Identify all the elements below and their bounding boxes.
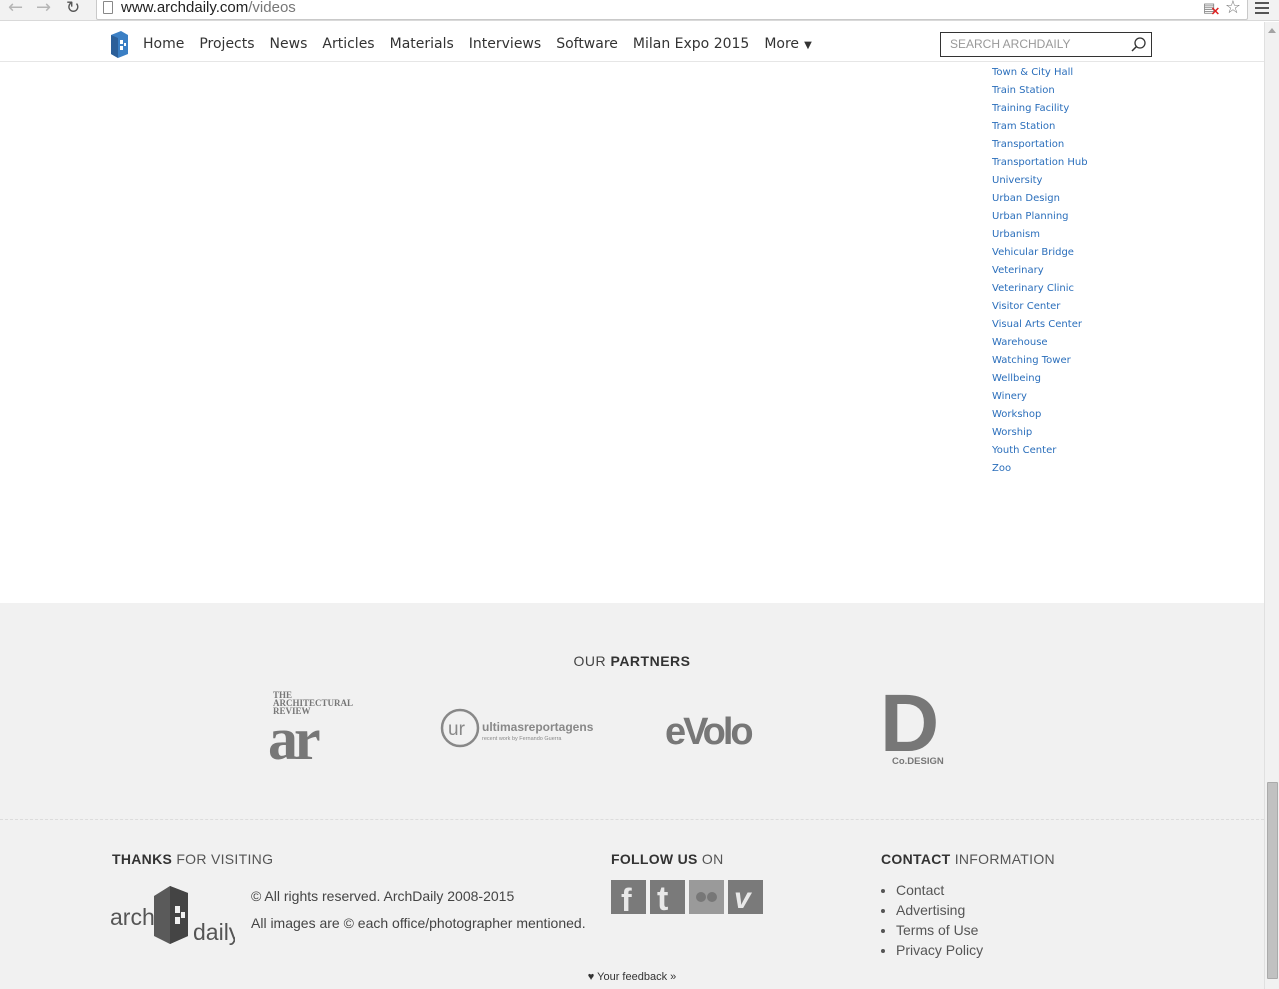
category-link[interactable]: Tram Station [992,118,1088,136]
blocked-content-icon[interactable]: ▤ ✕ [1203,0,1220,18]
category-link[interactable]: Winery [992,388,1088,406]
reload-icon[interactable]: ↻ [66,0,80,18]
search-input[interactable] [950,37,1125,51]
nav-home[interactable]: Home [143,36,184,52]
nav-software[interactable]: Software [556,36,618,52]
page-scrollbar[interactable] [1264,22,1279,989]
category-link[interactable]: Train Station [992,82,1088,100]
archdaily-logo-icon[interactable] [111,31,128,58]
category-link[interactable]: Town & City Hall [992,64,1088,82]
category-link[interactable]: Urbanism [992,226,1088,244]
category-link[interactable]: Transportation Hub [992,154,1088,172]
back-arrow-icon[interactable]: ← [8,0,23,18]
codesign-label: Co.DESIGN [892,756,944,767]
nav-milan-expo[interactable]: Milan Expo 2015 [633,36,749,52]
search-box [940,32,1152,57]
site-header: Home Projects News Articles Materials In… [0,22,1264,62]
feedback-link[interactable]: ♥ Your feedback » [0,971,1264,983]
contact-link[interactable]: Contact [896,880,983,900]
category-list: Town & City Hall Train Station Training … [992,64,1088,478]
facebook-icon[interactable]: f [611,880,646,914]
address-bar[interactable]: www.archdaily.com/videos ▤ ✕ ☆ [96,0,1248,20]
partners-title: OUR PARTNERS [573,653,691,669]
evolo-logo[interactable]: eVolo [664,707,776,749]
footer: OUR PARTNERS THE ARCHITECTURAL REVIEW ar… [0,603,1264,989]
copyright-line: © All rights reserved. ArchDaily 2008-20… [251,888,515,904]
nav-news[interactable]: News [270,36,308,52]
category-link[interactable]: Worship [992,424,1088,442]
category-link[interactable]: Warehouse [992,334,1088,352]
codesign-logo[interactable]: D Co.DESIGN [880,689,948,767]
images-credit-line: All images are © each office/photographe… [251,915,586,931]
nav-materials[interactable]: Materials [390,36,454,52]
privacy-policy-link[interactable]: Privacy Policy [896,940,983,960]
category-link[interactable]: Training Facility [992,100,1088,118]
ur-name: ultimasreportagens [482,720,594,734]
archdaily-footer-logo[interactable]: arch daily [110,884,235,946]
ultimasreportagens-logo[interactable]: ur ultimasreportagens recent work by Fer… [440,707,595,751]
category-link[interactable]: Veterinary [992,262,1088,280]
browser-toolbar: ← → ↻ www.archdaily.com/videos ▤ ✕ ☆ [0,0,1279,21]
scroll-up-arrow-icon[interactable] [1268,28,1276,33]
category-link[interactable]: Youth Center [992,442,1088,460]
contact-list: Contact Advertising Terms of Use Privacy… [896,880,983,960]
bookmark-star-icon[interactable]: ☆ [1225,0,1241,18]
category-link[interactable]: Visual Arts Center [992,316,1088,334]
nav-projects[interactable]: Projects [199,36,254,52]
facebook-glyph: f [621,882,632,914]
vimeo-glyph: v [734,882,753,914]
ur-sub: recent work by Fernando Guerra [482,736,562,742]
category-link[interactable]: Visitor Center [992,298,1088,316]
contact-heading: CONTACT INFORMATION [881,851,1055,867]
forward-arrow-icon[interactable]: → [36,0,51,18]
category-link[interactable]: Transportation [992,136,1088,154]
url-text[interactable]: www.archdaily.com/videos [121,0,296,16]
category-link[interactable]: University [992,172,1088,190]
category-link[interactable]: Wellbeing [992,370,1088,388]
browser-menu-icon[interactable] [1255,2,1269,17]
ur-mark: ur [448,719,466,740]
nav-interviews[interactable]: Interviews [469,36,541,52]
category-link[interactable]: Vehicular Bridge [992,244,1088,262]
architectural-review-logo[interactable]: THE ARCHITECTURAL REVIEW ar [268,689,358,767]
ar-mark: ar [268,706,320,767]
thanks-heading: THANKS FOR VISITING [112,851,274,867]
terms-of-use-link[interactable]: Terms of Use [896,920,983,940]
caret-down-icon: ▼ [804,40,812,51]
flickr-icon[interactable] [689,880,724,914]
evolo-mark: eVolo [665,711,752,749]
advertising-link[interactable]: Advertising [896,900,983,920]
main-nav: Home Projects News Articles Materials In… [143,36,827,52]
copyright-text: © All rights reserved. ArchDaily 2008-20… [251,883,586,937]
category-link[interactable]: Zoo [992,460,1088,478]
category-link[interactable]: Urban Planning [992,208,1088,226]
footer-logo-right: daily [193,919,235,945]
category-link[interactable]: Workshop [992,406,1088,424]
follow-heading: FOLLOW US ON [611,851,724,867]
footer-logo-left: arch [110,904,155,930]
twitter-icon[interactable]: t [650,880,685,914]
category-link[interactable]: Watching Tower [992,352,1088,370]
nav-articles[interactable]: Articles [322,36,374,52]
twitter-glyph: t [657,880,668,914]
scrollbar-thumb[interactable] [1267,782,1278,979]
search-icon[interactable] [1130,36,1147,53]
page-icon [103,1,113,14]
nav-more[interactable]: More ▼ [764,36,811,52]
category-link[interactable]: Urban Design [992,190,1088,208]
footer-divider [0,819,1264,820]
category-link[interactable]: Veterinary Clinic [992,280,1088,298]
nav-more-label: More [764,36,800,52]
vimeo-icon[interactable]: v [728,880,763,914]
